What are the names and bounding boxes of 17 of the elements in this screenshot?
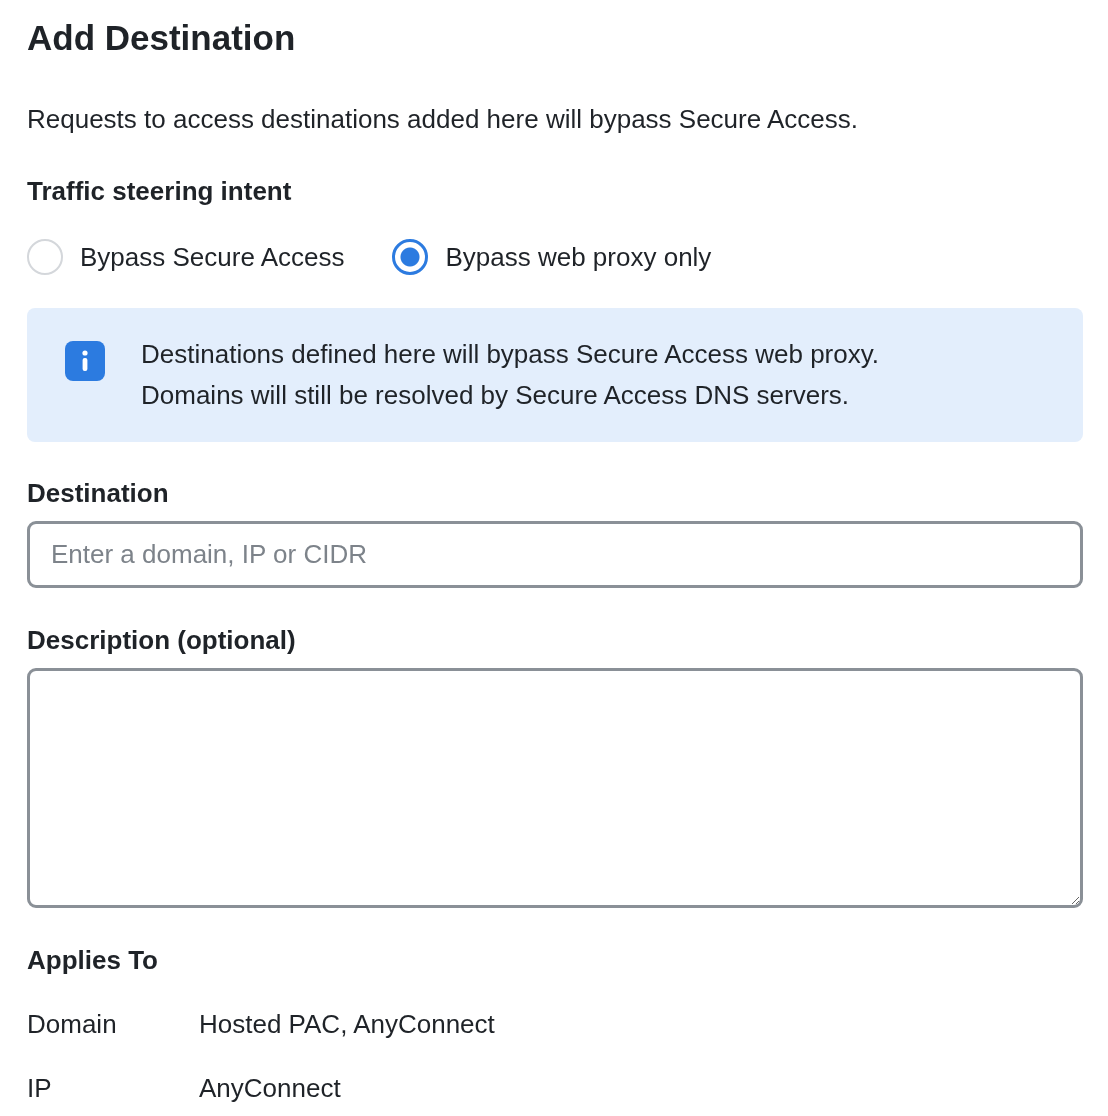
page-title: Add Destination <box>27 17 297 59</box>
radio-option[interactable]: Bypass web proxy only <box>392 239 712 275</box>
destination-input[interactable]: Enter a domain, IP or CIDR <box>27 521 1083 588</box>
row-value: AnyConnect <box>199 1073 341 1103</box>
row-value: Hosted PAC, AnyConnect <box>199 1009 495 1039</box>
section-label: Traffic steering intent <box>27 176 293 206</box>
intro-text: Requests to access destinations added here will bypass Secure Access. <box>27 104 859 134</box>
field-label: Destination <box>27 478 170 508</box>
description-textarea[interactable] <box>27 668 1083 908</box>
info-icon <box>65 341 105 381</box>
info-text: Destinations defined here will bypass Secure Access web proxy. Domains will still be resolved by Secure Access DNS servers. <box>141 338 879 412</box>
radio-option[interactable]: Bypass Secure Access <box>27 239 345 275</box>
section-label: Applies To <box>27 945 159 975</box>
row-label: IP <box>27 1073 53 1103</box>
field-label: Description (optional) <box>27 625 297 655</box>
row-label: Domain <box>27 1009 118 1039</box>
radio-button[interactable] <box>392 239 429 275</box>
